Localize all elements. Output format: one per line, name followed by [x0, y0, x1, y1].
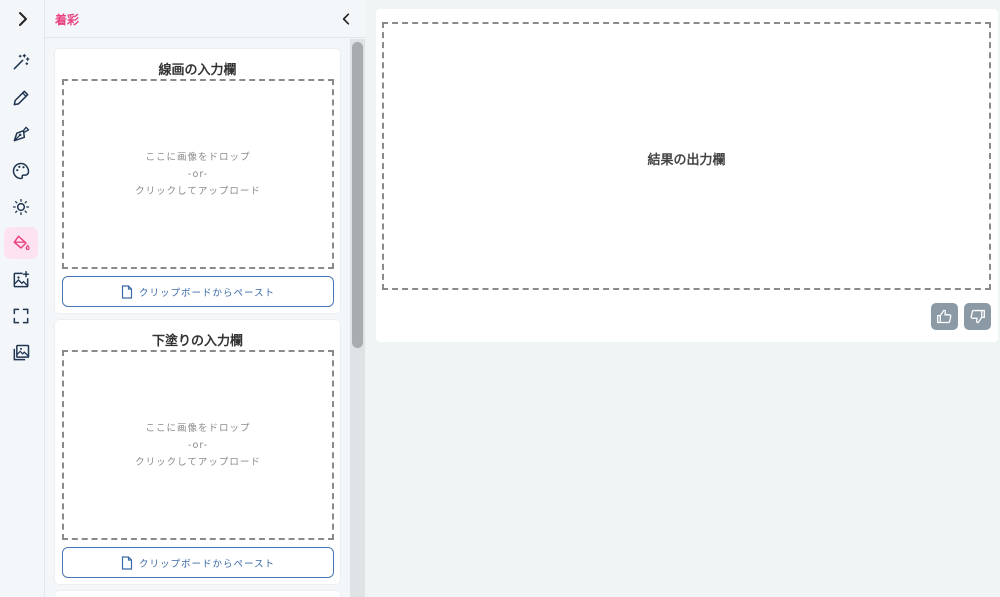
frame-corners-icon[interactable]	[4, 300, 38, 332]
panel-scroll-area: 線画の入力欄 ここに画像をドロップ -or- クリックしてアップロード クリップ…	[45, 39, 350, 597]
document-icon	[121, 555, 133, 570]
upload-hint: クリックしてアップロード	[135, 456, 261, 468]
base-color-input-card: 下塗りの入力欄 ここに画像をドロップ -or- クリックしてアップロード クリッ…	[55, 320, 340, 584]
thumbs-up-button[interactable]	[931, 303, 958, 330]
panel-title: 着彩	[55, 13, 80, 27]
drop-hint: ここに画像をドロップ	[145, 151, 251, 163]
upload-hint: クリックしてアップロード	[135, 185, 261, 197]
pen-nib-icon[interactable]	[4, 118, 38, 150]
thumbs-down-button[interactable]	[964, 303, 991, 330]
image-plus-icon[interactable]	[4, 264, 38, 296]
palette-icon[interactable]	[4, 155, 38, 187]
app-window: 着彩 線画の入力欄 ここに画像をドロップ -or- クリックしてアップロード ク…	[0, 0, 1000, 597]
document-icon	[121, 284, 133, 299]
drop-or: -or-	[187, 439, 209, 451]
output-card: 結果の出力欄	[376, 9, 998, 342]
chevron-left-icon[interactable]	[337, 9, 355, 29]
thumbs-down-icon	[970, 309, 985, 324]
paste-label: クリップボードからペースト	[138, 558, 276, 570]
image-dropzone[interactable]: ここに画像をドロップ -or- クリックしてアップロード	[62, 350, 334, 540]
result-output-area: 結果の出力欄	[382, 22, 991, 290]
card-title: 線画の入力欄	[158, 63, 237, 78]
chevron-right-icon[interactable]	[0, 0, 45, 38]
sun-icon[interactable]	[4, 191, 38, 223]
next-card	[55, 591, 340, 597]
line-art-input-card: 線画の入力欄 ここに画像をドロップ -or- クリックしてアップロード クリップ…	[55, 49, 340, 313]
magic-wand-icon[interactable]	[4, 46, 38, 78]
thumbs-up-icon	[937, 309, 952, 324]
panel-header: 着彩	[45, 0, 365, 38]
paste-label: クリップボードからペースト	[138, 287, 276, 299]
paste-from-clipboard-button[interactable]: クリップボードからペースト	[62, 276, 334, 307]
icon-rail	[0, 0, 45, 597]
image-dropzone[interactable]: ここに画像をドロップ -or- クリックしてアップロード	[62, 79, 334, 269]
drop-hint: ここに画像をドロップ	[145, 422, 251, 434]
card-title: 下塗りの入力欄	[151, 334, 243, 349]
output-label: 結果の出力欄	[647, 153, 726, 168]
panel-scrollbar[interactable]	[350, 39, 365, 597]
paste-from-clipboard-button[interactable]: クリップボードからペースト	[62, 547, 334, 578]
drop-or: -or-	[187, 168, 209, 180]
paint-bucket-icon[interactable]	[4, 227, 38, 259]
side-panel: 着彩 線画の入力欄 ここに画像をドロップ -or- クリックしてアップロード ク…	[45, 0, 365, 597]
gallery-icon[interactable]	[4, 337, 38, 369]
pencil-icon[interactable]	[4, 82, 38, 114]
scrollbar-thumb[interactable]	[352, 42, 363, 348]
